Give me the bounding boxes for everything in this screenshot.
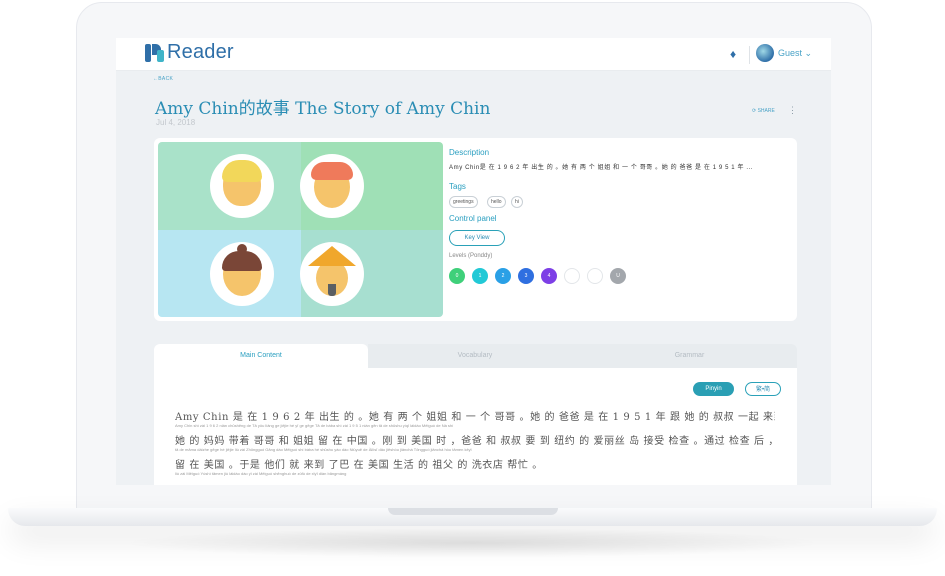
traditional-simplified-toggle[interactable]: 繁•简 bbox=[745, 382, 781, 396]
navbar-divider bbox=[749, 46, 750, 64]
user-avatar[interactable] bbox=[756, 44, 774, 62]
level-badge[interactable]: 0 bbox=[449, 268, 465, 284]
chevron-down-icon: ⌄ bbox=[804, 48, 813, 58]
key-view-button[interactable]: Key View bbox=[449, 230, 505, 246]
woman-bun-face-icon bbox=[210, 242, 274, 306]
control-panel-label: Control panel bbox=[449, 214, 497, 223]
page-title: Amy Chin的故事 The Story of Amy Chin bbox=[155, 99, 491, 119]
level-badge[interactable]: 2 bbox=[495, 268, 511, 284]
pinyin-toggle-button[interactable]: Pinyin bbox=[693, 382, 734, 396]
reader-content-panel: Pinyin 繁•简 Amy Chin 是 在 1 9 6 2 年 出生 的 。… bbox=[154, 368, 797, 485]
text-line[interactable]: 她 的 妈妈 带着 哥哥 和 姐姐 留 在 中国 。刚 到 美国 时 ，爸爸 和… bbox=[175, 432, 775, 447]
reader-logo-icon[interactable] bbox=[145, 44, 165, 62]
tag-chip[interactable]: hello bbox=[487, 196, 506, 208]
description-label: Description bbox=[449, 148, 490, 157]
pinyin-line: liú zài Měiguó Yúshì tāmen jiù láidào dà… bbox=[175, 471, 347, 476]
level-badge[interactable] bbox=[564, 268, 580, 284]
pinyin-line: Amy Chin shì zài 1 9 6 2 nián chūshēng d… bbox=[175, 423, 454, 428]
laptop-notch bbox=[388, 508, 558, 515]
brand-name[interactable]: Reader bbox=[167, 41, 234, 64]
tags-label: Tags bbox=[449, 182, 466, 191]
share-label: SHARE bbox=[757, 108, 775, 114]
tab-grammar[interactable]: Grammar bbox=[582, 344, 797, 368]
user-name: Guest bbox=[778, 48, 803, 58]
tab-vocabulary[interactable]: Vocabulary bbox=[368, 344, 582, 368]
share-button[interactable]: ⟳ SHARE bbox=[752, 108, 775, 114]
girl-blonde-face-icon bbox=[210, 154, 274, 218]
level-badge[interactable]: 4 bbox=[541, 268, 557, 284]
description-text: Amy Chin是 在 1 9 6 2 年 出生 的 。她 有 两 个 姐姐 和… bbox=[449, 165, 754, 171]
pinyin-line: tā de māma dàizhe gēge hé jiějie liú zài… bbox=[175, 447, 472, 452]
user-menu[interactable]: Guest ⌄ bbox=[778, 48, 812, 59]
level-badge[interactable]: U bbox=[610, 268, 626, 284]
text-line[interactable]: Amy Chin 是 在 1 9 6 2 年 出生 的 。她 有 两 个 姐姐 … bbox=[175, 408, 775, 423]
content-tabs: Main Content Vocabulary Grammar bbox=[154, 344, 797, 370]
man-red-hair-face-icon bbox=[300, 154, 364, 218]
level-badge[interactable]: 3 bbox=[518, 268, 534, 284]
back-link[interactable]: ←BACK bbox=[153, 76, 173, 82]
publish-date: Jul 4, 2018 bbox=[156, 118, 196, 127]
elder-straw-hat-face-icon bbox=[300, 242, 364, 306]
level-badge[interactable]: 1 bbox=[472, 268, 488, 284]
app-screen: Reader ♦ Guest ⌄ ←BACK Amy Chin的故事 The S… bbox=[116, 38, 831, 485]
article-info-card: Description Amy Chin是 在 1 9 6 2 年 出生 的 。… bbox=[154, 138, 797, 321]
top-navbar: Reader ♦ Guest ⌄ bbox=[116, 38, 831, 71]
notification-bell-icon[interactable]: ♦ bbox=[727, 47, 739, 61]
tab-main-content[interactable]: Main Content bbox=[154, 344, 368, 370]
level-badge[interactable] bbox=[587, 268, 603, 284]
laptop-shadow bbox=[120, 528, 825, 558]
cover-illustration bbox=[158, 142, 443, 317]
tag-chip[interactable]: hi bbox=[511, 196, 523, 208]
levels-label: Levels (Ponddy) bbox=[449, 253, 493, 259]
more-options-icon[interactable]: ⋮ bbox=[788, 105, 797, 116]
share-icon: ⟳ bbox=[752, 108, 757, 114]
text-line[interactable]: 留 在 美国 。于是 他们 就 来到 了巴 在 美国 生活 的 祖父 的 洗衣店… bbox=[175, 456, 775, 471]
tag-chip[interactable]: greetings bbox=[449, 196, 478, 208]
